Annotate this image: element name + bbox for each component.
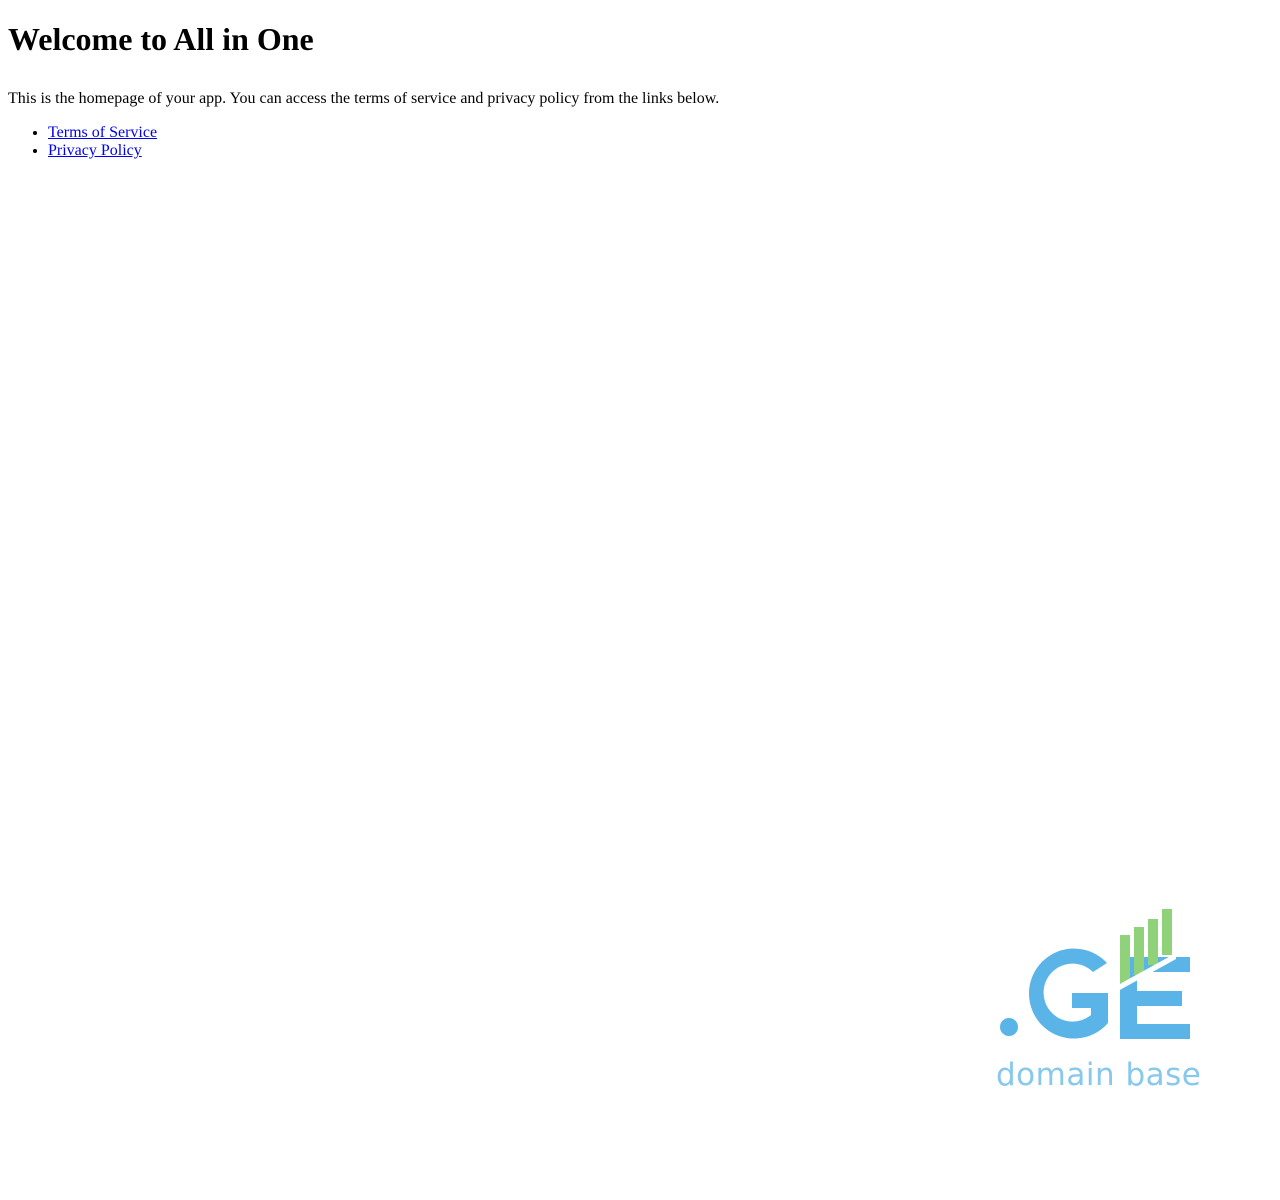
logo-green-bar (1162, 909, 1172, 955)
list-item: Privacy Policy (48, 142, 1272, 160)
logo-letter-g (1028, 948, 1108, 1039)
terms-of-service-link[interactable]: Terms of Service (48, 124, 157, 141)
page-title: Welcome to All in One (8, 21, 314, 57)
ge-logo-icon (1000, 909, 1190, 1039)
logo-letter-e-bottom (1120, 1024, 1190, 1039)
logo-dot (1000, 1018, 1018, 1036)
logo-green-bar (1134, 927, 1144, 975)
logo-green-bar (1148, 919, 1158, 965)
logo-green-bar (1120, 935, 1130, 983)
intro-text: This is the homepage of your app. You ca… (8, 90, 720, 107)
privacy-policy-link[interactable]: Privacy Policy (48, 142, 142, 159)
ge-domain-base-logo: domain base (990, 905, 1202, 1100)
list-item: Terms of Service (48, 124, 1272, 142)
logo-tagline: domain base (996, 1057, 1202, 1093)
logo-letter-e-middle (1120, 991, 1182, 1006)
page-content: Welcome to All in One This is the homepa… (8, 0, 1272, 160)
links-list: Terms of Service Privacy Policy (8, 124, 1272, 160)
